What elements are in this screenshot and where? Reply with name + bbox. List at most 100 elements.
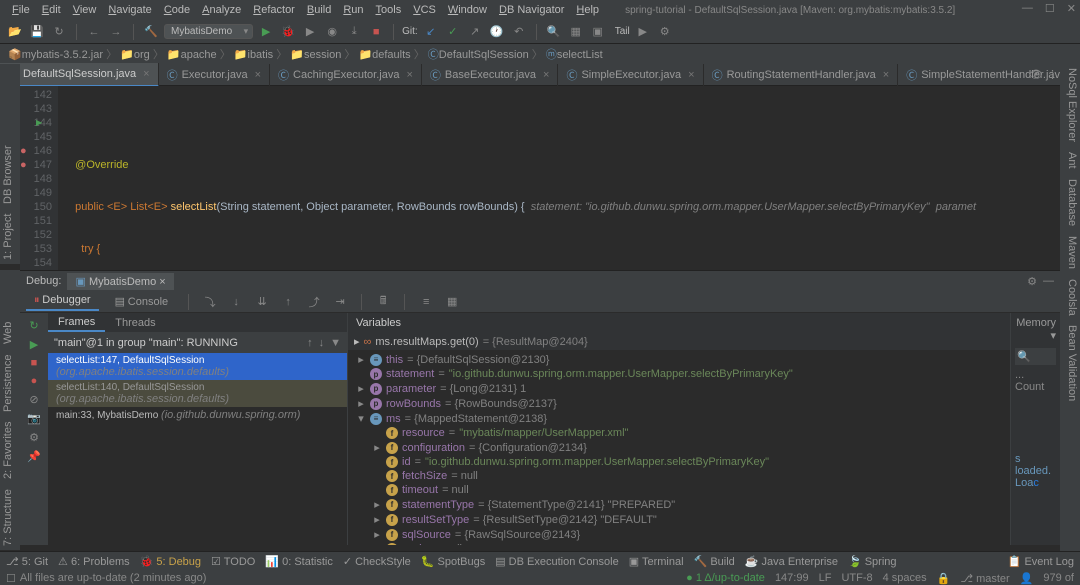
layout-icon[interactable]: ▦ <box>443 293 461 311</box>
view-breakpoints-icon[interactable]: ● <box>31 375 38 387</box>
editor-tab-defaultsqlsession-java[interactable]: ⒸDefaultSqlSession.java× <box>0 63 159 87</box>
menu-navigate[interactable]: Navigate <box>102 4 157 16</box>
tool-window-spotbugs[interactable]: 🐛 SpotBugs <box>421 555 485 568</box>
expand-icon[interactable] <box>356 353 366 366</box>
tool-window-java-enterprise[interactable]: ☕ Java Enterprise <box>745 555 838 568</box>
variable-row[interactable]: ftimeout = null <box>348 483 1010 497</box>
drop-frame-icon[interactable]: ⤴ <box>305 293 323 311</box>
variable-row[interactable]: pstatement = "io.github.dunwu.spring.orm… <box>348 367 1010 381</box>
editor-tab-routingstatementhandler-java[interactable]: ⒸRoutingStatementHandler.java× <box>704 64 899 86</box>
tool-window-0--statistic[interactable]: 📊 0: Statistic <box>265 555 333 568</box>
menu-view[interactable]: View <box>67 4 103 16</box>
menu-db-navigator[interactable]: DB Navigator <box>493 4 570 16</box>
structure-tool[interactable]: 7: Structure <box>2 489 18 546</box>
prev-frame-icon[interactable]: ↑ <box>307 337 313 349</box>
open-file-icon[interactable]: 📂 <box>6 23 24 41</box>
breadcrumb-item[interactable]: apache <box>181 49 217 61</box>
favorites-tool[interactable]: 2: Favorites <box>2 422 18 479</box>
close-tab-icon[interactable]: × <box>143 68 149 80</box>
evaluate-icon[interactable]: 🖩 <box>374 293 392 311</box>
db-browser-tool[interactable]: DB Browser <box>2 145 18 204</box>
debug-run-tab[interactable]: ▣ MybatisDemo × <box>67 273 173 290</box>
step-over-icon[interactable]: ⤵ <box>201 293 219 311</box>
ant-tool[interactable]: Ant <box>1062 152 1078 169</box>
debugger-tab[interactable]: ⏸ Debugger <box>26 292 99 311</box>
memory-indicator[interactable]: 979 of <box>1043 572 1074 584</box>
threads-tab[interactable]: Threads <box>105 315 165 331</box>
trace-icon[interactable]: ≡ <box>417 293 435 311</box>
variable-row[interactable]: fresource = "mybatis/mapper/UserMapper.x… <box>348 426 1010 440</box>
expand-icon[interactable] <box>356 382 366 395</box>
menu-tools[interactable]: Tools <box>370 4 408 16</box>
sync-status[interactable]: ● 1 Δ/up-to-date <box>686 572 765 584</box>
frames-tab[interactable]: Frames <box>48 314 105 332</box>
open-console-icon[interactable]: ▦ <box>567 23 585 41</box>
editor-tab-baseexecutor-java[interactable]: ⒸBaseExecutor.java× <box>422 64 559 86</box>
breadcrumb-item[interactable]: selectList <box>557 49 603 61</box>
breadcrumb-item[interactable]: mybatis-3.5.2.jar <box>22 49 103 61</box>
menu-vcs[interactable]: VCS <box>407 4 442 16</box>
line-number[interactable]: 154 <box>22 256 52 270</box>
line-number[interactable]: 143 <box>22 102 52 116</box>
run-icon[interactable]: ▶ <box>257 23 275 41</box>
build-icon[interactable]: 🔨 <box>142 23 160 41</box>
menu-run[interactable]: Run <box>337 4 369 16</box>
settings-debug-icon[interactable]: ⚙ <box>29 431 39 444</box>
debug-icon[interactable]: 🐞 <box>279 23 297 41</box>
database-tool[interactable]: Database <box>1062 179 1078 226</box>
tool-window-checkstyle[interactable]: ✓ CheckStyle <box>343 555 411 568</box>
git-push-icon[interactable]: ↗ <box>466 23 484 41</box>
expand-icon[interactable] <box>372 513 382 526</box>
line-number[interactable]: 146 <box>22 144 52 158</box>
forward-icon[interactable]: → <box>107 23 125 41</box>
expand-icon[interactable] <box>372 498 382 511</box>
variable-row[interactable]: fstatementType = {StatementType@2141} "P… <box>348 497 1010 512</box>
maven-tool[interactable]: Maven <box>1062 236 1078 269</box>
event-log-button[interactable]: 📋 Event Log <box>1008 555 1074 568</box>
rerun-icon[interactable]: ↻ <box>29 319 38 332</box>
evaluate-expression-row[interactable]: ▸ ∞ ms.resultMaps.get(0) = {ResultMap@24… <box>348 333 1010 350</box>
line-separator[interactable]: LF <box>819 572 832 584</box>
variable-row[interactable]: ≡ms = {MappedStatement@2138} <box>348 411 1010 426</box>
git-lock-icon[interactable]: 🔒 <box>937 572 951 585</box>
line-number[interactable]: 145 <box>22 130 52 144</box>
debug-settings-icon[interactable]: ⚙ <box>1027 275 1037 288</box>
stack-frame[interactable]: selectList:147, DefaultSqlSession (org.a… <box>48 353 347 380</box>
mute-breakpoints-icon[interactable]: ⊘ <box>29 393 38 406</box>
stack-frame[interactable]: main:33, MybatisDemo (io.github.dunwu.sp… <box>48 407 347 423</box>
maximize-button[interactable]: ☐ <box>1045 2 1055 15</box>
menu-refactor[interactable]: Refactor <box>247 4 301 16</box>
menu-file[interactable]: File <box>6 4 36 16</box>
save-icon[interactable]: 💾 <box>28 23 46 41</box>
line-number[interactable]: 152 <box>22 228 52 242</box>
memory-label[interactable]: Memory <box>1016 317 1056 329</box>
editor-tab-executor-java[interactable]: ⒸExecutor.java× <box>159 64 270 86</box>
settings-icon[interactable]: ⚙ <box>656 23 674 41</box>
line-number[interactable]: 151 <box>22 214 52 228</box>
breadcrumb-item[interactable]: defaults <box>372 49 411 61</box>
tool-window-todo[interactable]: ☑ TODO <box>211 555 255 568</box>
web-tool[interactable]: Web <box>2 322 18 344</box>
breadcrumb-item[interactable]: DefaultSqlSession <box>439 49 529 61</box>
coolsla-tool[interactable]: Coolsla <box>1062 279 1078 316</box>
show-tool-windows-icon[interactable]: ☐ <box>6 572 16 585</box>
line-number[interactable]: 147 <box>22 158 52 172</box>
variable-row[interactable]: fconfiguration = {Configuration@2134} <box>348 440 1010 455</box>
menu-help[interactable]: Help <box>570 4 605 16</box>
thread-selector[interactable]: "main"@1 in group "main": RUNNING ↑ ↓ ▼ <box>48 333 347 353</box>
expand-icon[interactable] <box>372 441 382 454</box>
close-tab-icon[interactable]: × <box>688 69 694 81</box>
filter-frames-icon[interactable]: ▼ <box>330 337 341 349</box>
variable-row[interactable]: fresultSetType = {ResultSetType@2142} "D… <box>348 512 1010 527</box>
indent-setting[interactable]: 4 spaces <box>883 572 927 584</box>
line-number[interactable]: 144 <box>22 116 52 130</box>
menu-build[interactable]: Build <box>301 4 337 16</box>
code-area[interactable]: @Override public <E> List<E> selectList(… <box>58 86 1060 270</box>
variable-row[interactable]: fsqlSource = {RawSqlSource@2143} <box>348 527 1010 542</box>
tool-window-terminal[interactable]: ▣ Terminal <box>629 555 684 568</box>
tool-window-build[interactable]: 🔨 Build <box>694 555 735 568</box>
git-rollback-icon[interactable]: ↶ <box>510 23 528 41</box>
expand-eval-icon[interactable]: ▸ <box>354 335 360 348</box>
run-config-select[interactable]: MybatisDemo <box>164 24 253 39</box>
tool-window-5--git[interactable]: ⎇ 5: Git <box>6 555 48 568</box>
